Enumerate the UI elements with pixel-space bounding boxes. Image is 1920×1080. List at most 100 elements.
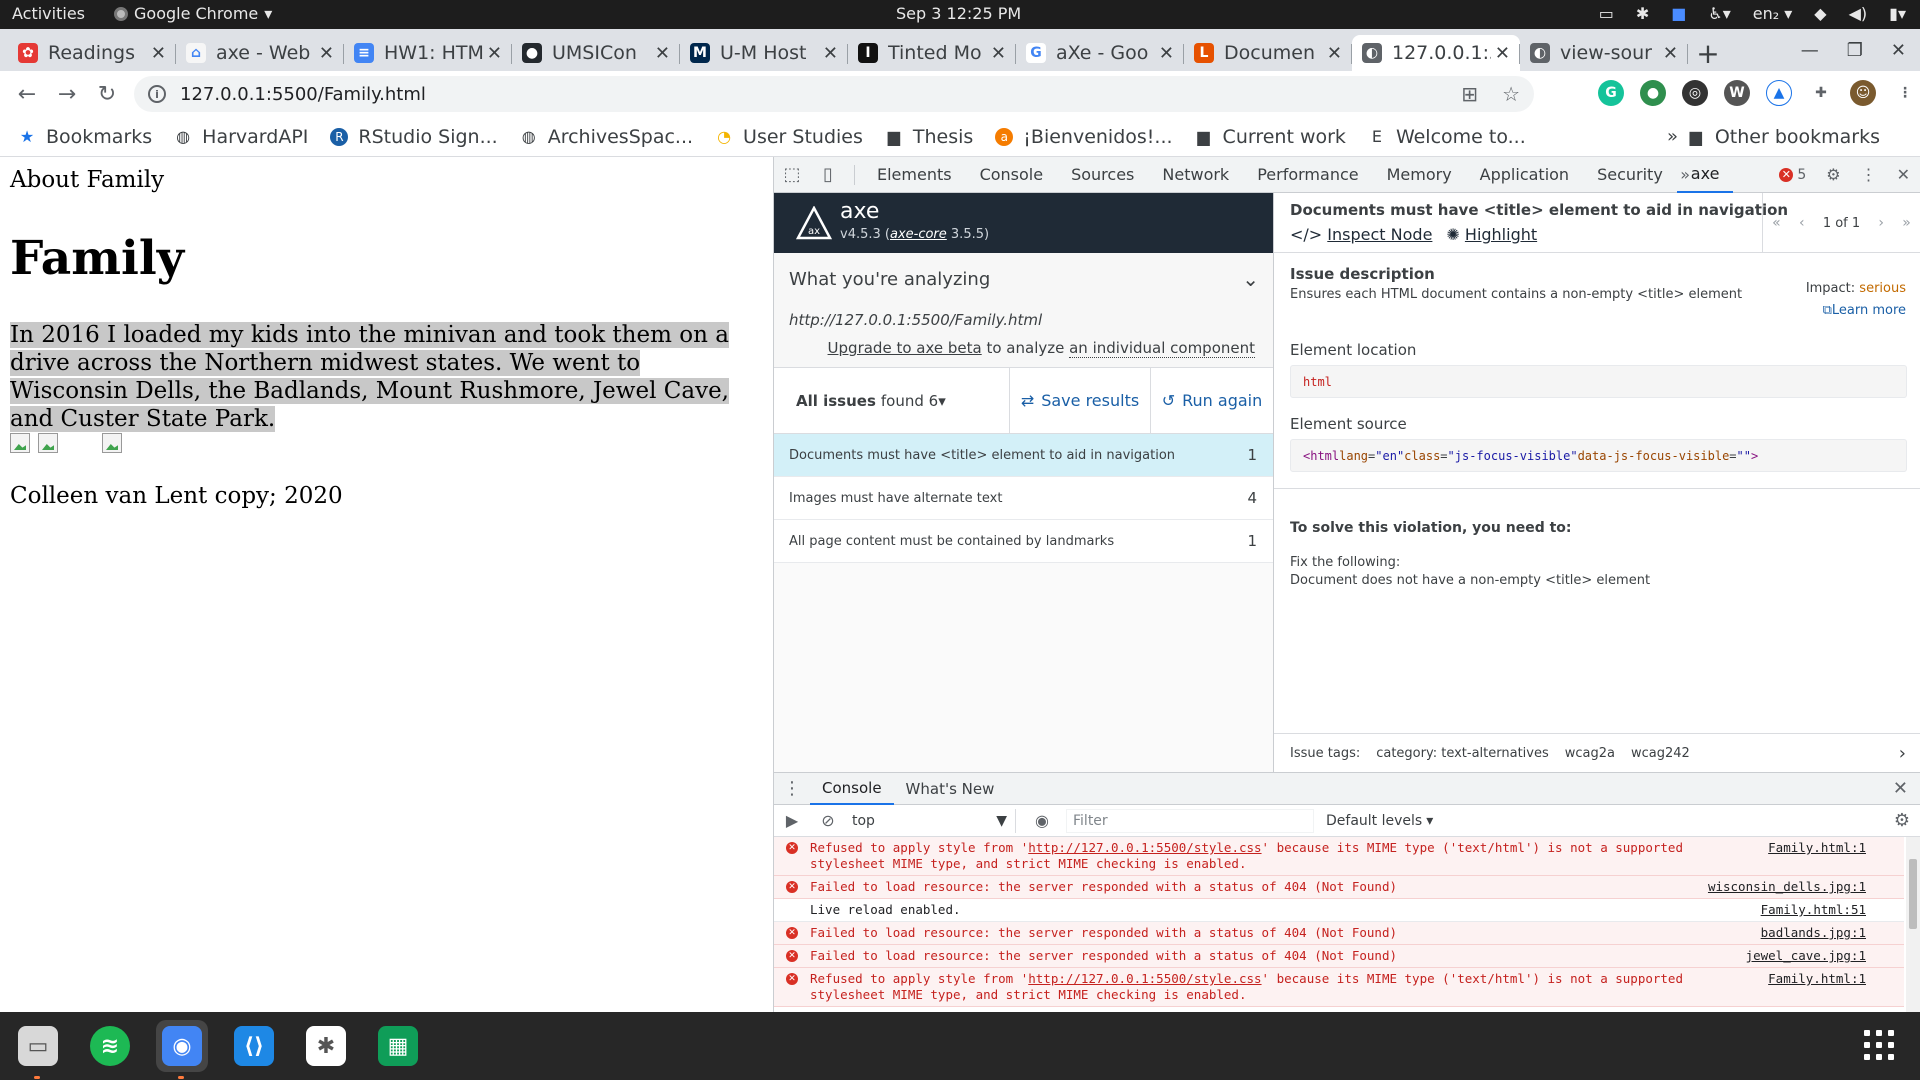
- kebab-menu-icon[interactable]: ⋮: [1892, 80, 1918, 106]
- bookmark-item[interactable]: R RStudio Sign...: [330, 126, 498, 148]
- bookmark-item[interactable]: E Welcome to...: [1368, 126, 1526, 148]
- message-source-link[interactable]: Family.html:1: [1768, 840, 1866, 856]
- close-tab-icon[interactable]: ✕: [991, 43, 1006, 64]
- zoom-icon[interactable]: ■: [1671, 4, 1686, 23]
- last-page-icon[interactable]: »: [1902, 215, 1911, 231]
- drawer-tab[interactable]: What's New: [894, 773, 1007, 805]
- close-tab-icon[interactable]: ✕: [1495, 43, 1510, 64]
- bookmark-item[interactable]: ▆ Thesis: [885, 126, 974, 148]
- inspect-node-link[interactable]: </> Inspect Node: [1290, 225, 1432, 244]
- spotify-icon[interactable]: ≋: [84, 1020, 136, 1072]
- stylesheet-link[interactable]: http://127.0.0.1:5500/style.css: [1028, 971, 1261, 986]
- bookmark-item[interactable]: ◍ HarvardAPI: [174, 126, 308, 148]
- browser-tab[interactable]: ⌂ axe - Web ✕: [176, 35, 344, 71]
- app-menu[interactable]: Google Chrome ▾: [114, 4, 272, 23]
- url-text[interactable]: 127.0.0.1:5500/Family.html: [180, 84, 426, 105]
- close-tab-icon[interactable]: ✕: [655, 43, 670, 64]
- bookmark-item[interactable]: ◍ ArchivesSpac...: [520, 126, 693, 148]
- browser-tab[interactable]: ✿ Readings ✕: [8, 35, 176, 71]
- browser-tab[interactable]: I Tinted Mo ✕: [848, 35, 1016, 71]
- device-toolbar-icon[interactable]: ▯: [810, 164, 846, 185]
- show-apps-icon[interactable]: [1864, 1030, 1894, 1060]
- message-source-link[interactable]: Family.html:1: [1768, 971, 1866, 987]
- save-results-button[interactable]: ⇄ Save results: [1010, 368, 1151, 433]
- language-indicator[interactable]: en₂ ▾: [1753, 4, 1793, 23]
- devtools-menu-icon[interactable]: ⋮: [1861, 165, 1877, 184]
- volume-icon[interactable]: ◀): [1849, 4, 1868, 23]
- more-tabs-icon[interactable]: »: [1680, 165, 1690, 184]
- back-arrow-icon[interactable]: ←: [7, 74, 47, 114]
- message-source-link[interactable]: badlands.jpg:1: [1761, 925, 1866, 941]
- issue-row[interactable]: All page content must be contained by la…: [774, 520, 1273, 563]
- reload-icon[interactable]: ↻: [87, 74, 127, 114]
- browser-tab[interactable]: ◐ view-sour ✕: [1520, 35, 1688, 71]
- devtools-tab[interactable]: Performance: [1243, 157, 1372, 193]
- browser-tab[interactable]: L Documen ✕: [1184, 35, 1352, 71]
- close-tab-icon[interactable]: ✕: [1327, 43, 1342, 64]
- devtools-tab[interactable]: Console: [966, 157, 1058, 193]
- first-page-icon[interactable]: «: [1772, 215, 1781, 231]
- all-issues-dropdown[interactable]: All issues found 6 ▾: [774, 368, 1010, 433]
- eye-icon[interactable]: ◉: [1024, 811, 1060, 830]
- settings-gear-icon[interactable]: ⚙: [1826, 165, 1840, 184]
- extension-badge-icon[interactable]: ●: [1640, 80, 1666, 106]
- bookmark-item[interactable]: ◔ User Studies: [715, 126, 863, 148]
- devtools-tab[interactable]: Application: [1466, 157, 1583, 193]
- next-page-icon[interactable]: ›: [1878, 215, 1884, 231]
- axe-core-link[interactable]: axe-core: [890, 227, 947, 242]
- context-selector[interactable]: top ▼: [846, 808, 1016, 833]
- devtools-tab[interactable]: Security: [1583, 157, 1677, 193]
- upgrade-link[interactable]: Upgrade to axe beta: [828, 339, 982, 357]
- translate-icon[interactable]: ⊞: [1461, 82, 1478, 106]
- devtools-tab[interactable]: Elements: [863, 157, 966, 193]
- close-tab-icon[interactable]: ✕: [151, 43, 166, 64]
- message-source-link[interactable]: jewel_cave.jpg:1: [1746, 948, 1866, 964]
- sidebar-toggle-icon[interactable]: ▶: [774, 811, 810, 830]
- close-window-icon[interactable]: ✕: [1891, 40, 1906, 61]
- issue-row[interactable]: Images must have alternate text 4: [774, 477, 1273, 520]
- clock[interactable]: Sep 3 12:25 PM: [896, 4, 1021, 23]
- close-tab-icon[interactable]: ✕: [1663, 43, 1678, 64]
- bookmark-star-icon[interactable]: ☆: [1502, 82, 1520, 106]
- devtools-tab[interactable]: Sources: [1057, 157, 1148, 193]
- browser-tab[interactable]: GaXe - Goo ✕: [1016, 35, 1184, 71]
- slack-icon[interactable]: ✱: [300, 1020, 352, 1072]
- minimize-icon[interactable]: —: [1801, 40, 1819, 61]
- vscode-icon[interactable]: ⟨⟩: [228, 1020, 280, 1072]
- devtools-tab[interactable]: Network: [1148, 157, 1243, 193]
- stylesheet-link[interactable]: http://127.0.0.1:5500/style.css: [1028, 840, 1261, 855]
- sheets-icon[interactable]: ▦: [372, 1020, 424, 1072]
- profile-avatar[interactable]: ☺: [1850, 80, 1876, 106]
- run-again-button[interactable]: ↺ Run again: [1151, 368, 1273, 433]
- bookmark-other[interactable]: ▆ Other bookmarks: [1687, 126, 1880, 148]
- wifi-icon[interactable]: ◆: [1814, 4, 1826, 23]
- close-devtools-icon[interactable]: ✕: [1897, 165, 1910, 184]
- maximize-icon[interactable]: ❐: [1847, 40, 1863, 61]
- bookmark-item[interactable]: ▆ Current work: [1195, 126, 1346, 148]
- inspect-element-icon[interactable]: ⬚: [774, 164, 810, 185]
- console-settings-icon[interactable]: ⚙: [1894, 810, 1910, 831]
- files-icon[interactable]: ▭: [12, 1020, 64, 1079]
- activities-button[interactable]: Activities: [12, 4, 85, 23]
- close-tab-icon[interactable]: ✕: [319, 43, 334, 64]
- chevron-right-icon[interactable]: ›: [1899, 743, 1906, 764]
- scrollbar-thumb[interactable]: [1909, 859, 1917, 929]
- browser-tab[interactable]: ≡ HW1: HTM ✕: [344, 35, 512, 71]
- close-drawer-icon[interactable]: ✕: [1893, 778, 1908, 799]
- slack-tray-icon[interactable]: ✱: [1636, 4, 1649, 23]
- chrome-icon[interactable]: ◉: [156, 1020, 208, 1079]
- learn-more-link[interactable]: ⧉Learn more: [1823, 303, 1906, 318]
- message-source-link[interactable]: Family.html:51: [1761, 902, 1866, 918]
- clear-console-icon[interactable]: ⊘: [810, 811, 846, 830]
- drawer-menu-icon[interactable]: ⋮: [774, 778, 810, 799]
- forward-arrow-icon[interactable]: →: [47, 74, 87, 114]
- extensions-puzzle-icon[interactable]: ✚: [1808, 80, 1834, 106]
- log-levels-dropdown[interactable]: Default levels ▾: [1326, 813, 1433, 829]
- console-scrollbar[interactable]: [1906, 837, 1920, 1013]
- more-bookmarks-icon[interactable]: »: [1667, 126, 1678, 147]
- browser-tab[interactable]: M U-M Host ✕: [680, 35, 848, 71]
- address-bar[interactable]: i 127.0.0.1:5500/Family.html ⊞ ☆: [134, 76, 1534, 112]
- grammarly-icon[interactable]: G: [1598, 80, 1624, 106]
- chat-icon[interactable]: ▭: [1599, 4, 1614, 23]
- message-source-link[interactable]: wisconsin_dells.jpg:1: [1708, 879, 1866, 895]
